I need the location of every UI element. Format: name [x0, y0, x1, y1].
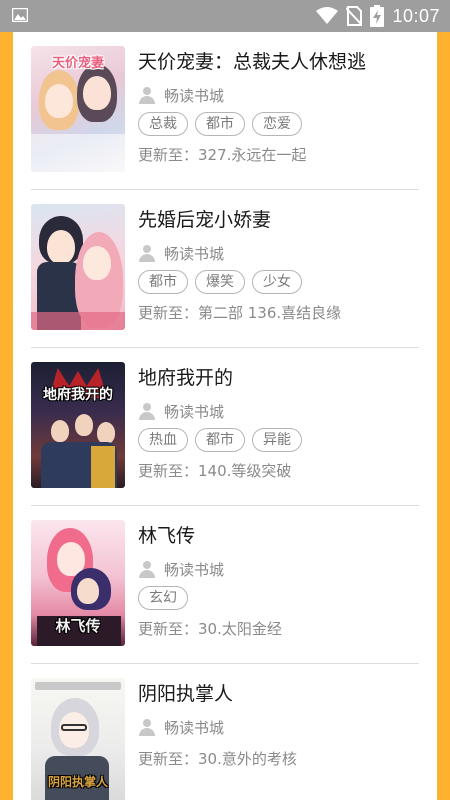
tag[interactable]: 玄幻 [138, 586, 188, 610]
tag-list: 热血 都市 异能 [138, 428, 427, 454]
book-info: 天价宠妻：总裁夫人休想逃 畅读书城 总裁 都市 恋爱 更新至：327.永远在一起 [138, 48, 427, 165]
latest-chapter: 更新至：第二部 136.喜结良缘 [138, 304, 342, 322]
list-item[interactable]: 阴阳执掌人 阴阳执掌人 畅读书城 更新至：30.意外的考核 [13, 664, 437, 800]
tag[interactable]: 热血 [138, 428, 188, 452]
author-name: 畅读书城 [164, 86, 225, 105]
list-item[interactable]: 先婚后宠小娇妻 畅读书城 都市 爆笑 少女 更新至：第二部 136.喜结良缘 [13, 190, 437, 348]
book-title[interactable]: 天价宠妻：总裁夫人休想逃 [138, 48, 427, 76]
book-info: 林飞传 畅读书城 玄幻 更新至：30.太阳金经 [138, 522, 427, 639]
author-row: 畅读书城 [138, 716, 427, 738]
wifi-icon [316, 7, 339, 24]
book-list[interactable]: 天价宠妻 天价宠妻：总裁夫人休想逃 畅读书城 总裁 都市 恋爱 更新至：327.… [13, 32, 437, 800]
book-info: 地府我开的 畅读书城 热血 都市 异能 更新至：140.等级突破 [138, 364, 427, 481]
list-item[interactable]: 林飞传 林飞传 畅读书城 玄幻 更新至：30.太阳金经 [13, 506, 437, 664]
author-name: 畅读书城 [164, 402, 225, 421]
author-name: 畅读书城 [164, 718, 225, 737]
person-icon [138, 402, 156, 420]
clock: 10:07 [392, 5, 440, 26]
person-icon [138, 560, 156, 578]
status-bar: 10:07 [0, 0, 450, 32]
book-info: 先婚后宠小娇妻 畅读书城 都市 爆笑 少女 更新至：第二部 136.喜结良缘 [138, 206, 427, 323]
author-row: 畅读书城 [138, 558, 427, 580]
book-cover[interactable]: 地府我开的 [31, 362, 125, 488]
book-title[interactable]: 林飞传 [138, 522, 427, 550]
tag[interactable]: 爆笑 [195, 270, 245, 294]
book-cover[interactable] [31, 204, 125, 330]
cover-title: 阴阳执掌人 [47, 775, 108, 789]
tag-list: 玄幻 [138, 586, 427, 612]
author-row: 畅读书城 [138, 242, 427, 264]
tag[interactable]: 都市 [195, 112, 245, 136]
tag[interactable]: 都市 [138, 270, 188, 294]
tag[interactable]: 异能 [252, 428, 302, 452]
author-row: 畅读书城 [138, 84, 427, 106]
list-item[interactable]: 地府我开的 地府我开的 畅读书城 热血 都市 异能 更新至：140.等级突破 [13, 348, 437, 506]
no-sim-icon [346, 6, 363, 26]
cover-title: 天价宠妻 [51, 56, 104, 71]
image-icon [12, 8, 28, 22]
status-icons: 10:07 [316, 0, 440, 32]
latest-chapter: 更新至：30.意外的考核 [138, 750, 297, 768]
book-info: 阴阳执掌人 畅读书城 更新至：30.意外的考核 [138, 680, 427, 769]
list-item[interactable]: 天价宠妻 天价宠妻：总裁夫人休想逃 畅读书城 总裁 都市 恋爱 更新至：327.… [13, 32, 437, 190]
book-cover[interactable]: 天价宠妻 [31, 46, 125, 172]
latest-chapter: 更新至：327.永远在一起 [138, 146, 307, 164]
tag[interactable]: 都市 [195, 428, 245, 452]
cover-title: 地府我开的 [43, 387, 113, 403]
tag-list: 总裁 都市 恋爱 [138, 112, 427, 138]
book-title[interactable]: 先婚后宠小娇妻 [138, 206, 427, 234]
book-cover[interactable]: 阴阳执掌人 [31, 678, 125, 800]
person-icon [138, 244, 156, 262]
author-name: 畅读书城 [164, 244, 225, 263]
person-icon [138, 718, 156, 736]
cover-title: 林飞传 [55, 617, 101, 635]
tag-list: 都市 爆笑 少女 [138, 270, 427, 296]
person-icon [138, 86, 156, 104]
book-title[interactable]: 地府我开的 [138, 364, 427, 392]
book-title[interactable]: 阴阳执掌人 [138, 680, 427, 708]
book-cover[interactable]: 林飞传 [31, 520, 125, 646]
tag[interactable]: 恋爱 [252, 112, 302, 136]
author-name: 畅读书城 [164, 560, 225, 579]
tag[interactable]: 总裁 [138, 112, 188, 136]
latest-chapter: 更新至：30.太阳金经 [138, 620, 282, 638]
author-row: 畅读书城 [138, 400, 427, 422]
latest-chapter: 更新至：140.等级突破 [138, 462, 292, 480]
battery-charging-icon [370, 5, 385, 27]
tag[interactable]: 少女 [252, 270, 302, 294]
